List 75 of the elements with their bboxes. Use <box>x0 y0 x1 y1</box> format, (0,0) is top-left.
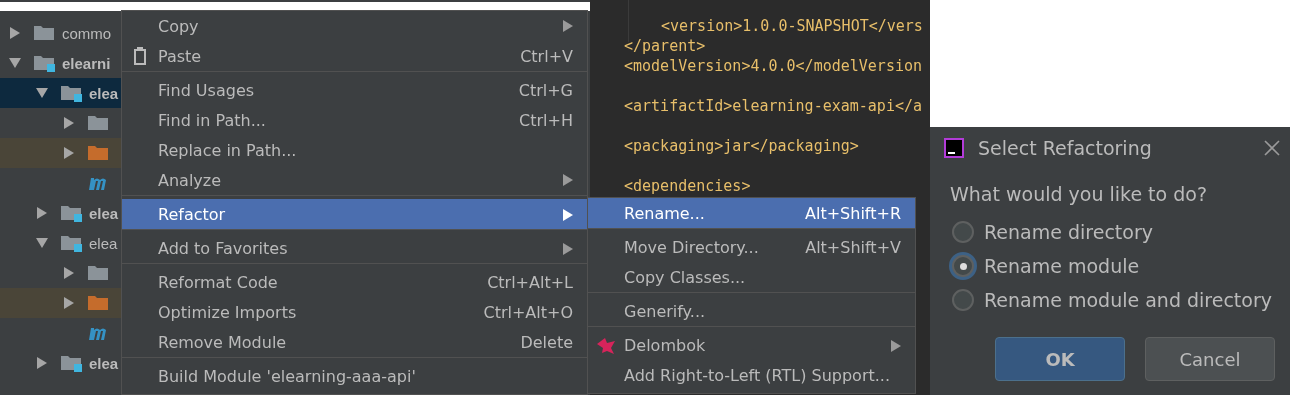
code-line: <artifactId>elearning-exam-api</a <box>624 96 922 116</box>
collapsed-arrow-icon[interactable] <box>8 26 22 40</box>
menu-item[interactable]: Delombok <box>588 326 915 360</box>
module-folder-icon <box>61 234 83 252</box>
selected-tree-row[interactable]: elea <box>0 78 121 108</box>
radio-button[interactable] <box>952 289 974 311</box>
menu-item[interactable]: Generify... <box>588 292 915 326</box>
module-folder-icon <box>61 204 83 222</box>
menu-item[interactable]: Paste Ctrl+V <box>122 41 587 71</box>
menu-item[interactable]: Analyze <box>122 165 587 195</box>
module-folder-icon <box>61 84 83 102</box>
dialog-button[interactable]: Cancel <box>1145 337 1275 381</box>
tree-item-label: elea <box>89 234 118 252</box>
tree-row-background[interactable]: elea <box>0 228 121 258</box>
default-button[interactable]: OK <box>995 337 1125 381</box>
tree-item-label: elea <box>89 204 119 222</box>
tree-item-label: elea <box>89 354 119 372</box>
menu-item[interactable]: Add to Favorites <box>122 229 587 263</box>
collapsed-arrow-icon[interactable] <box>35 206 49 220</box>
code-line: </parent> <box>624 36 706 56</box>
menu-item[interactable]: Refactor <box>122 195 587 229</box>
submenu-arrow-icon <box>891 339 901 352</box>
submenu-arrow-icon <box>563 208 573 221</box>
collapsed-arrow-icon[interactable] <box>62 146 76 160</box>
question-text: What would you like to do? <box>950 183 1208 205</box>
module-folder-icon <box>61 354 83 372</box>
submenu-arrow-icon <box>563 174 573 186</box>
app-logo-icon <box>942 136 966 160</box>
collapsed-arrow-icon[interactable] <box>62 266 76 280</box>
menu-item[interactable]: Copy Classes... <box>588 262 915 292</box>
code-line: <modelVersion>4.0.0</modelVersion <box>624 56 922 76</box>
tree-item-label: elea <box>89 84 119 102</box>
menu-item[interactable]: Find Usages Ctrl+G <box>122 71 587 105</box>
tree-row-background[interactable]: elea <box>0 198 121 228</box>
menu-item[interactable]: Reformat Code Ctrl+Alt+L <box>122 263 587 297</box>
expanded-arrow-icon[interactable] <box>35 86 49 100</box>
collapsed-arrow-icon[interactable] <box>62 296 76 310</box>
menu-item[interactable]: Optimize Imports Ctrl+Alt+O <box>122 297 587 327</box>
tree-item-label: commo <box>62 24 112 42</box>
menu-item[interactable]: Find in Path... Ctrl+H <box>122 105 587 135</box>
radio-button[interactable] <box>952 221 974 243</box>
menu-item[interactable]: Remove Module Delete <box>122 327 587 357</box>
expanded-arrow-icon[interactable] <box>8 56 22 70</box>
submenu-arrow-icon <box>563 20 573 32</box>
tree-row-background[interactable]: elearni <box>0 48 121 78</box>
collapsed-arrow-icon[interactable] <box>62 116 76 130</box>
code-line: <dependencies> <box>624 176 751 196</box>
tree-row-background[interactable] <box>0 288 121 318</box>
code-line: <version>1.0.0-SNAPSHOT</vers <box>661 16 923 36</box>
collapsed-arrow-icon[interactable] <box>35 356 49 370</box>
dialog-title: Select Refactoring <box>978 137 1153 159</box>
option-label[interactable]: Rename directory <box>984 221 1153 243</box>
menu-item[interactable]: Replace in Path... <box>122 135 587 165</box>
menu-item[interactable]: Copy <box>122 11 587 41</box>
menu-item[interactable]: Add Right-to-Left (RTL) Support... <box>588 360 915 390</box>
tree-row-background[interactable] <box>0 138 121 168</box>
option-label[interactable]: Rename module and directory <box>984 289 1272 311</box>
folder-icon <box>88 144 110 162</box>
code-line: <packaging>jar</packaging> <box>624 136 859 156</box>
menu-item[interactable]: Build Module 'elearning-aaa-api' <box>122 357 587 391</box>
tree-item-label: elearni <box>62 54 111 72</box>
expanded-arrow-icon[interactable] <box>35 236 49 250</box>
folder-icon <box>88 114 110 132</box>
folder-icon <box>88 264 110 282</box>
menu-item[interactable]: Move Directory... Alt+Shift+V <box>588 228 915 262</box>
tree-row-background[interactable]: commo <box>0 18 121 48</box>
radio-button[interactable] <box>952 255 974 277</box>
submenu-arrow-icon <box>563 242 573 255</box>
module-folder-icon <box>34 54 56 72</box>
tree-row-background[interactable]: elea <box>0 348 121 378</box>
option-label[interactable]: Rename module <box>984 255 1140 277</box>
folder-icon <box>88 294 110 312</box>
menu-item[interactable]: Rename... Alt+Shift+R <box>588 198 915 228</box>
close-icon[interactable] <box>1264 140 1280 156</box>
folder-icon <box>34 24 56 42</box>
